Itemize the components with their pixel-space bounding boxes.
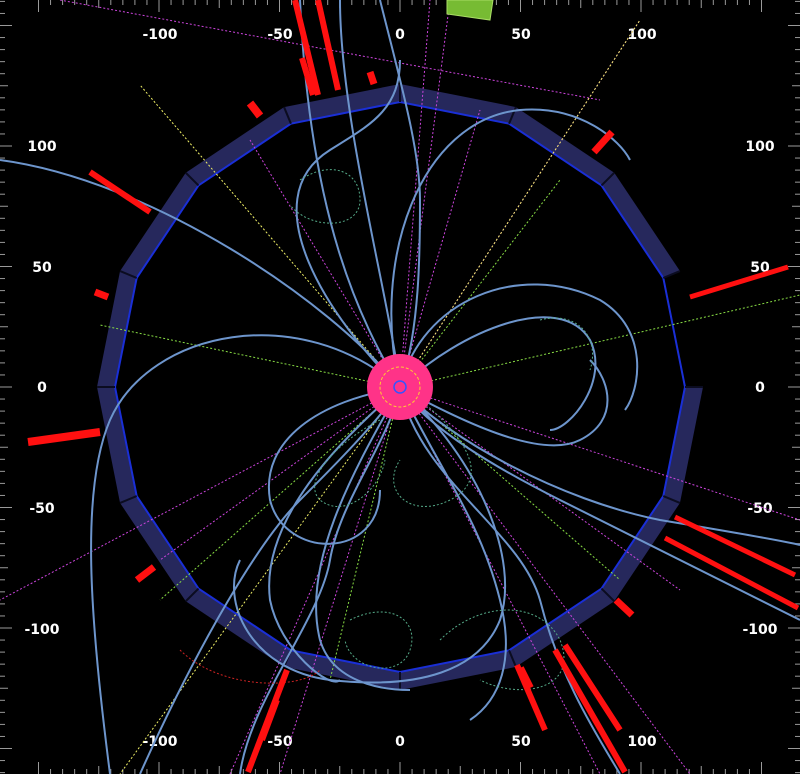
- right-tick-label: 0: [755, 380, 765, 396]
- left-tick-label: -50: [29, 501, 55, 517]
- right-tick-label: 100: [745, 139, 774, 155]
- left-tick-label: 50: [32, 260, 52, 276]
- right-tick-label: -100: [742, 622, 777, 638]
- top-tick-label: -50: [267, 27, 293, 43]
- bottom-tick-label: -50: [267, 734, 293, 750]
- vertex-blob: [367, 354, 433, 420]
- bottom-tick-label: 100: [627, 734, 656, 750]
- left-tick-label: 100: [27, 139, 56, 155]
- top-tick-label: 0: [395, 27, 405, 43]
- top-tick-label: -100: [142, 27, 177, 43]
- bottom-tick-label: 50: [511, 734, 531, 750]
- left-tick-label: 0: [37, 380, 47, 396]
- top-tick-label: 50: [511, 27, 531, 43]
- vertex-region: [367, 354, 433, 420]
- bottom-tick-label: 0: [395, 734, 405, 750]
- energy-deposit: [366, 70, 378, 86]
- left-tick-label: -100: [24, 622, 59, 638]
- energy-deposit: [93, 288, 110, 301]
- event-display: -100 -50 0 50 100 -100 -50 0 50 100 100 …: [0, 0, 800, 774]
- bottom-tick-label: -100: [142, 734, 177, 750]
- top-tick-label: 100: [627, 27, 656, 43]
